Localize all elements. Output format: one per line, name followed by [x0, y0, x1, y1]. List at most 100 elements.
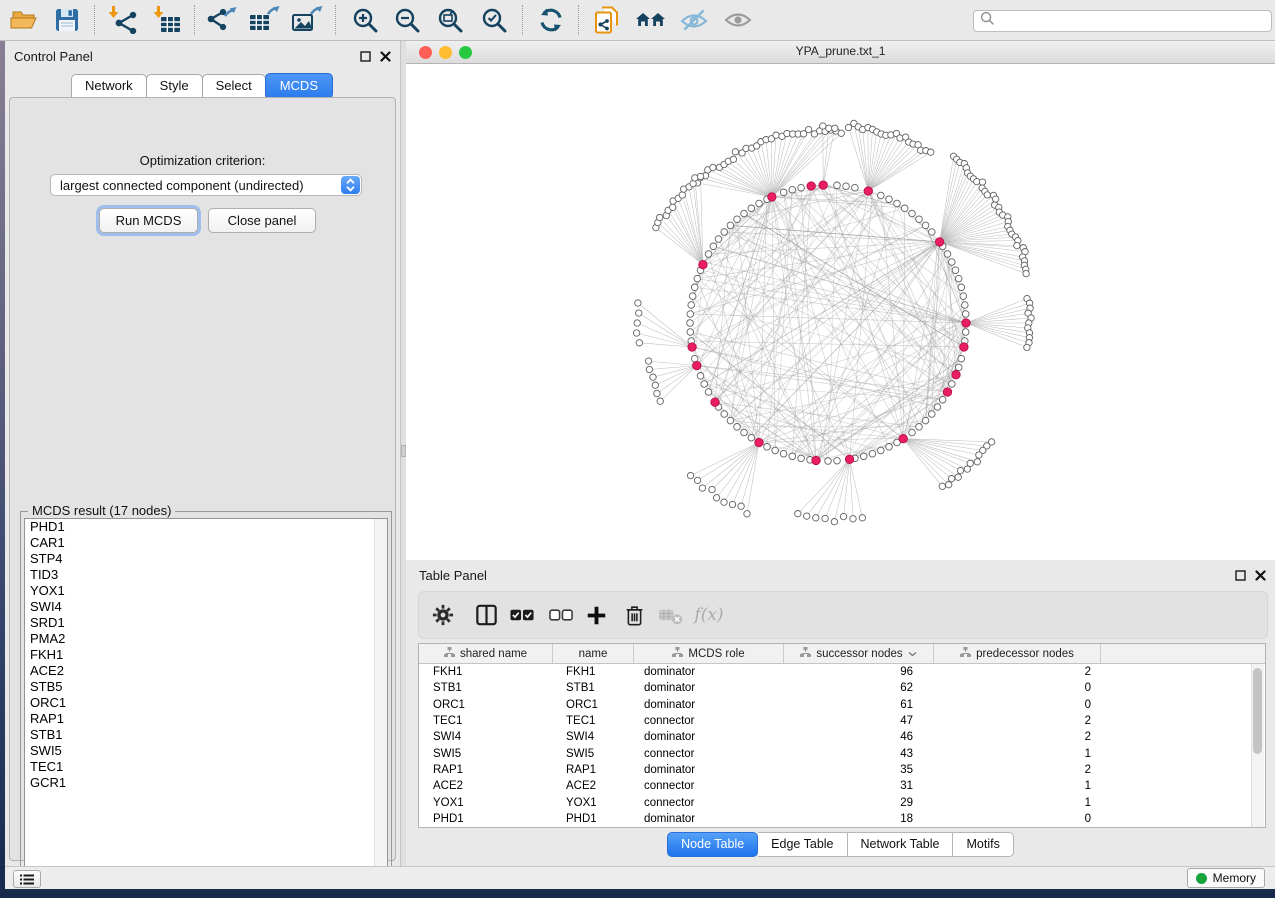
network-window-titlebar[interactable]: YPA_prune.txt_1 [406, 41, 1275, 64]
add-column-icon[interactable] [582, 602, 610, 628]
leaf-node[interactable] [826, 125, 832, 131]
ring-node[interactable] [955, 275, 962, 282]
deselect-checkboxes-icon[interactable] [547, 602, 575, 628]
ring-node[interactable] [916, 216, 923, 223]
ring-node[interactable] [901, 205, 908, 212]
tab-select[interactable]: Select [202, 74, 266, 97]
zoom-out-icon[interactable] [391, 6, 423, 34]
ring-node[interactable] [715, 236, 722, 243]
leaf-node[interactable] [654, 390, 660, 396]
mcds-hub-node[interactable] [845, 455, 853, 463]
ring-node[interactable] [780, 450, 787, 457]
mcds-hub-node[interactable] [693, 361, 701, 369]
ring-node[interactable] [916, 424, 923, 431]
column-header-MCDS-role[interactable]: MCDS role [634, 644, 784, 663]
leaf-node[interactable] [813, 515, 819, 521]
mcds-hub-node[interactable] [699, 261, 707, 269]
import-table-icon[interactable] [151, 6, 183, 34]
zoom-in-icon[interactable] [349, 6, 381, 34]
tab-edge-table[interactable]: Edge Table [758, 832, 847, 857]
scrollbar-thumb[interactable] [1253, 668, 1262, 754]
ring-node[interactable] [748, 434, 755, 441]
ring-node[interactable] [929, 229, 936, 236]
mcds-list-item[interactable]: SWI5 [25, 743, 387, 759]
ring-node[interactable] [962, 329, 969, 336]
leaf-node[interactable] [964, 466, 970, 472]
ring-node[interactable] [960, 293, 967, 300]
ring-node[interactable] [789, 186, 796, 193]
ring-node[interactable] [909, 210, 916, 217]
leaf-node[interactable] [974, 459, 980, 465]
select-all-checkboxes-icon[interactable] [508, 602, 536, 628]
ring-node[interactable] [687, 329, 694, 336]
leaf-node[interactable] [710, 164, 716, 170]
leaf-node[interactable] [840, 513, 846, 519]
hide-selected-eye-icon[interactable] [678, 6, 710, 34]
ring-node[interactable] [701, 381, 708, 388]
show-panel-list-button[interactable] [13, 870, 41, 888]
leaf-node[interactable] [732, 149, 738, 155]
leaf-node[interactable] [831, 519, 837, 525]
mcds-list-item[interactable]: STB5 [25, 679, 387, 695]
export-image-icon[interactable] [291, 6, 323, 34]
mcds-list-item[interactable]: TID3 [25, 567, 387, 583]
leaf-node[interactable] [850, 516, 856, 522]
save-icon[interactable] [51, 6, 83, 34]
table-row[interactable]: ACE2ACE2connector311 [419, 778, 1265, 794]
optimization-criterion-select[interactable]: largest connected component (undirected) [50, 174, 362, 196]
close-panel-icon[interactable] [1252, 567, 1268, 583]
ring-node[interactable] [727, 222, 734, 229]
network-canvas[interactable] [406, 64, 1275, 560]
leaf-node[interactable] [976, 452, 982, 458]
mcds-hub-node[interactable] [755, 438, 763, 446]
ring-node[interactable] [852, 184, 859, 191]
mcds-list-item[interactable]: CAR1 [25, 535, 387, 551]
leaf-node[interactable] [820, 123, 826, 129]
memory-button[interactable]: Memory [1187, 868, 1265, 888]
leaf-node[interactable] [832, 125, 838, 131]
mcds-hub-node[interactable] [935, 238, 943, 246]
leaf-node[interactable] [946, 482, 952, 488]
leaf-node[interactable] [650, 374, 656, 380]
mcds-list-item[interactable]: ORC1 [25, 695, 387, 711]
leaf-node[interactable] [1023, 270, 1029, 276]
table-scrollbar[interactable] [1251, 664, 1264, 827]
mcds-hub-node[interactable] [768, 193, 776, 201]
list-scrollbar[interactable] [374, 519, 387, 877]
ring-node[interactable] [929, 411, 936, 418]
duplicate-network-icon[interactable] [591, 6, 623, 34]
leaf-node[interactable] [645, 358, 651, 364]
ring-node[interactable] [741, 429, 748, 436]
ring-node[interactable] [894, 200, 901, 207]
ring-node[interactable] [741, 210, 748, 217]
leaf-node[interactable] [822, 515, 828, 521]
leaf-node[interactable] [679, 192, 685, 198]
leaf-node[interactable] [687, 472, 693, 478]
show-all-eye-icon[interactable] [722, 6, 754, 34]
ring-node[interactable] [825, 458, 832, 465]
leaf-node[interactable] [699, 485, 705, 491]
leaf-node[interactable] [804, 513, 810, 519]
leaf-node[interactable] [984, 192, 990, 198]
ring-node[interactable] [962, 311, 969, 318]
zoom-fit-icon[interactable] [434, 6, 466, 34]
ring-node[interactable] [934, 404, 941, 411]
ring-node[interactable] [748, 205, 755, 212]
leaf-node[interactable] [928, 149, 934, 155]
zoom-selected-icon[interactable] [478, 6, 510, 34]
delete-column-trash-icon[interactable] [620, 602, 648, 628]
mcds-list-item[interactable]: STP4 [25, 551, 387, 567]
close-panel-icon[interactable] [377, 48, 393, 64]
leaf-node[interactable] [692, 175, 698, 181]
ring-node[interactable] [705, 251, 712, 258]
ring-node[interactable] [843, 183, 850, 190]
tab-mcds[interactable]: MCDS [265, 73, 333, 99]
ring-node[interactable] [939, 396, 946, 403]
ring-node[interactable] [710, 243, 717, 250]
ring-node[interactable] [834, 457, 841, 464]
leaf-node[interactable] [838, 130, 844, 136]
ring-node[interactable] [734, 424, 741, 431]
column-header-successor-nodes[interactable]: successor nodes [784, 644, 934, 663]
ring-node[interactable] [860, 453, 867, 460]
leaf-node[interactable] [633, 330, 639, 336]
